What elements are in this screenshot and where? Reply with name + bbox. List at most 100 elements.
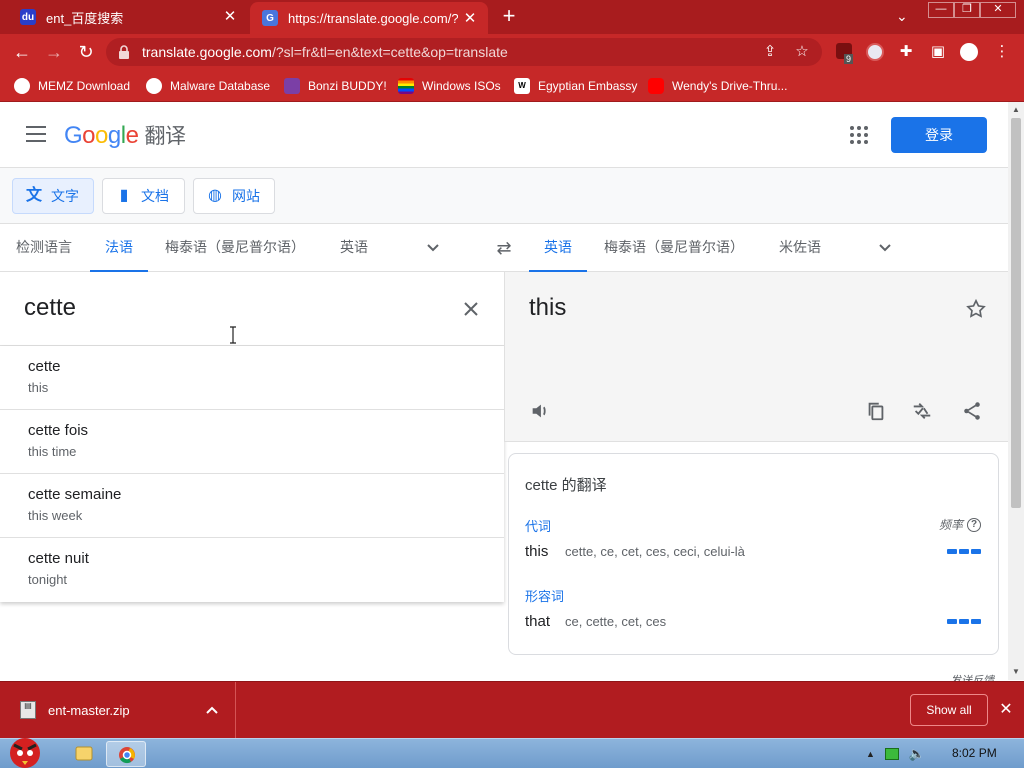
google-translate-favicon-icon: G <box>262 10 278 26</box>
scroll-down-icon[interactable]: ▼ <box>1012 668 1020 676</box>
tab-title: https://translate.google.com/?sl= <box>288 10 458 26</box>
show-all-button[interactable]: Show all <box>910 694 988 726</box>
tab-search-chevron-icon[interactable]: ⌄ <box>896 8 908 25</box>
browser-toolbar: ← → ↻ translate.google.com/?sl=fr&tl=en&… <box>0 34 1024 70</box>
bookmarks-bar: MEMZ Download Malware Database Bonzi BUD… <box>0 70 1024 102</box>
product-name: 翻译 <box>144 125 186 148</box>
window-close-button[interactable]: ✕ <box>980 2 1016 18</box>
suggestion-list: cette this cette fois this time cette se… <box>0 346 504 602</box>
bookmark-wendys[interactable]: Wendy's Drive-Thru... <box>648 77 787 95</box>
tab-google-translate[interactable]: G https://translate.google.com/?sl= ✕ <box>250 2 488 34</box>
suggestion-item[interactable]: cette fois this time <box>0 410 504 474</box>
taskbar-clock[interactable]: 8:02 PM <box>952 746 997 760</box>
volume-icon[interactable]: 🔈 <box>909 746 925 762</box>
dictionary-word[interactable]: this <box>525 543 548 560</box>
source-lang-more-chevron-icon[interactable] <box>424 238 442 256</box>
source-lang-french[interactable]: 法语 <box>90 224 148 272</box>
language-bar: 检测语言 法语 梅泰语（曼尼普尔语） 英语 ⇄ 英语 梅泰语（曼尼普尔语） 米佐… <box>0 224 1008 272</box>
google-translate-logo[interactable]: Google 翻译 <box>64 120 186 150</box>
bookmark-memz[interactable]: MEMZ Download <box>14 77 130 95</box>
suggestion-item[interactable]: cette semaine this week <box>0 474 504 538</box>
save-star-icon[interactable] <box>965 298 987 320</box>
tab-baidu[interactable]: du ent_百度搜索 ✕ <box>8 0 248 34</box>
frequency-bars <box>947 619 981 624</box>
chevron-up-icon[interactable] <box>204 703 220 719</box>
system-tray: ▲ 🔈 <box>866 745 925 763</box>
globe-icon <box>14 78 30 94</box>
restore-button[interactable]: ❐ <box>954 2 980 18</box>
swap-languages-icon[interactable]: ⇄ <box>494 238 514 258</box>
source-lang-english[interactable]: 英语 <box>340 224 368 272</box>
rate-translation-icon[interactable] <box>911 400 933 422</box>
bookmark-bonzi[interactable]: Bonzi BUDDY! <box>284 77 387 95</box>
extensions-puzzle-icon[interactable]: ✚ <box>898 44 914 60</box>
dictionary-word[interactable]: that <box>525 613 550 630</box>
show-hidden-icons-icon[interactable]: ▲ <box>866 749 875 759</box>
suggestion-item[interactable]: cette nuit tonight <box>0 538 504 602</box>
profile-extension-icon[interactable] <box>866 43 884 61</box>
taskbar-chrome[interactable] <box>106 741 146 767</box>
target-lang-english[interactable]: 英语 <box>529 224 587 272</box>
scrollbar-thumb[interactable] <box>1011 118 1021 508</box>
part-of-speech: 代词 <box>525 519 552 534</box>
zip-file-icon: ▤ <box>20 701 36 719</box>
source-text[interactable]: cette <box>24 294 76 322</box>
share-icon[interactable]: ⇪ <box>762 44 778 60</box>
back-arrow-icon[interactable]: ← <box>12 42 32 62</box>
baidu-favicon-icon: du <box>20 9 36 25</box>
new-tab-button[interactable]: + <box>498 5 520 28</box>
source-lang-detect[interactable]: 检测语言 <box>16 224 72 272</box>
forward-arrow-icon[interactable]: → <box>44 42 64 62</box>
frequency-bars <box>947 549 981 554</box>
lock-icon <box>119 45 129 59</box>
dictionary-synonyms: ce, cette, cet, ces <box>565 614 667 629</box>
globe-icon <box>146 78 162 94</box>
translate-icon: 文 <box>25 187 42 204</box>
source-text-area[interactable]: cette <box>0 272 504 346</box>
dictionary-card: cette 的翻译 频率? 代词 this cette, ce, cet, ce… <box>508 453 999 655</box>
text-cursor-icon <box>230 326 236 344</box>
target-lang-more-chevron-icon[interactable] <box>876 238 894 256</box>
frequency-label: 频率? <box>939 516 982 533</box>
sign-in-button[interactable]: 登录 <box>891 117 987 153</box>
profile-avatar-icon[interactable] <box>960 43 978 61</box>
tab-title: ent_百度搜索 <box>46 10 124 26</box>
target-lang-meitei[interactable]: 梅泰语（曼尼普尔语） <box>604 224 744 272</box>
close-tab-icon[interactable]: ✕ <box>222 9 238 25</box>
close-download-bar-icon[interactable]: ✕ <box>998 701 1014 719</box>
close-tab-icon[interactable]: ✕ <box>462 11 478 27</box>
bonzi-icon <box>284 78 300 94</box>
page-scrollbar[interactable]: ▲ ▼ <box>1008 102 1024 680</box>
address-bar[interactable]: translate.google.com/?sl=fr&tl=en&text=c… <box>106 38 822 66</box>
clear-text-icon[interactable] <box>462 300 480 318</box>
start-button-icon[interactable] <box>4 731 46 768</box>
text-mode-button[interactable]: 文文字 <box>12 178 94 214</box>
share-icon[interactable] <box>961 400 983 422</box>
source-lang-meitei[interactable]: 梅泰语（曼尼普尔语） <box>165 224 305 272</box>
copy-icon[interactable] <box>865 400 887 422</box>
main-menu-icon[interactable] <box>26 126 46 142</box>
listen-speaker-icon[interactable] <box>529 400 551 422</box>
bookmark-malware-db[interactable]: Malware Database <box>146 77 270 95</box>
network-icon[interactable] <box>884 748 899 760</box>
taskbar-explorer[interactable] <box>64 741 104 767</box>
windows-taskbar: ▲ 🔈 8:02 PM <box>0 738 1024 768</box>
minimize-button[interactable]: — <box>928 2 954 18</box>
suggestion-item[interactable]: cette this <box>0 346 504 410</box>
scroll-up-icon[interactable]: ▲ <box>1012 106 1020 114</box>
bookmark-star-icon[interactable]: ☆ <box>794 44 810 60</box>
wix-icon: W <box>514 78 530 94</box>
website-mode-button[interactable]: ◍ 网站 <box>193 178 275 214</box>
document-mode-button[interactable]: ▮ 文档 <box>102 178 185 214</box>
download-filename: ent-master.zip <box>48 703 130 718</box>
translation-output-panel: this <box>504 272 1008 442</box>
google-apps-icon[interactable] <box>850 126 868 144</box>
side-panel-icon[interactable]: ▣ <box>930 44 946 60</box>
rainbow-flag-icon <box>398 78 414 94</box>
menu-kebab-icon[interactable]: ⋮ <box>994 44 1010 60</box>
bookmark-egyptian-embassy[interactable]: W Egyptian Embassy <box>514 77 637 95</box>
bookmark-windows-isos[interactable]: Windows ISOs <box>398 77 501 95</box>
reload-icon[interactable]: ↻ <box>76 42 96 62</box>
target-lang-mizo[interactable]: 米佐语 <box>779 224 821 272</box>
help-icon[interactable]: ? <box>967 517 982 532</box>
